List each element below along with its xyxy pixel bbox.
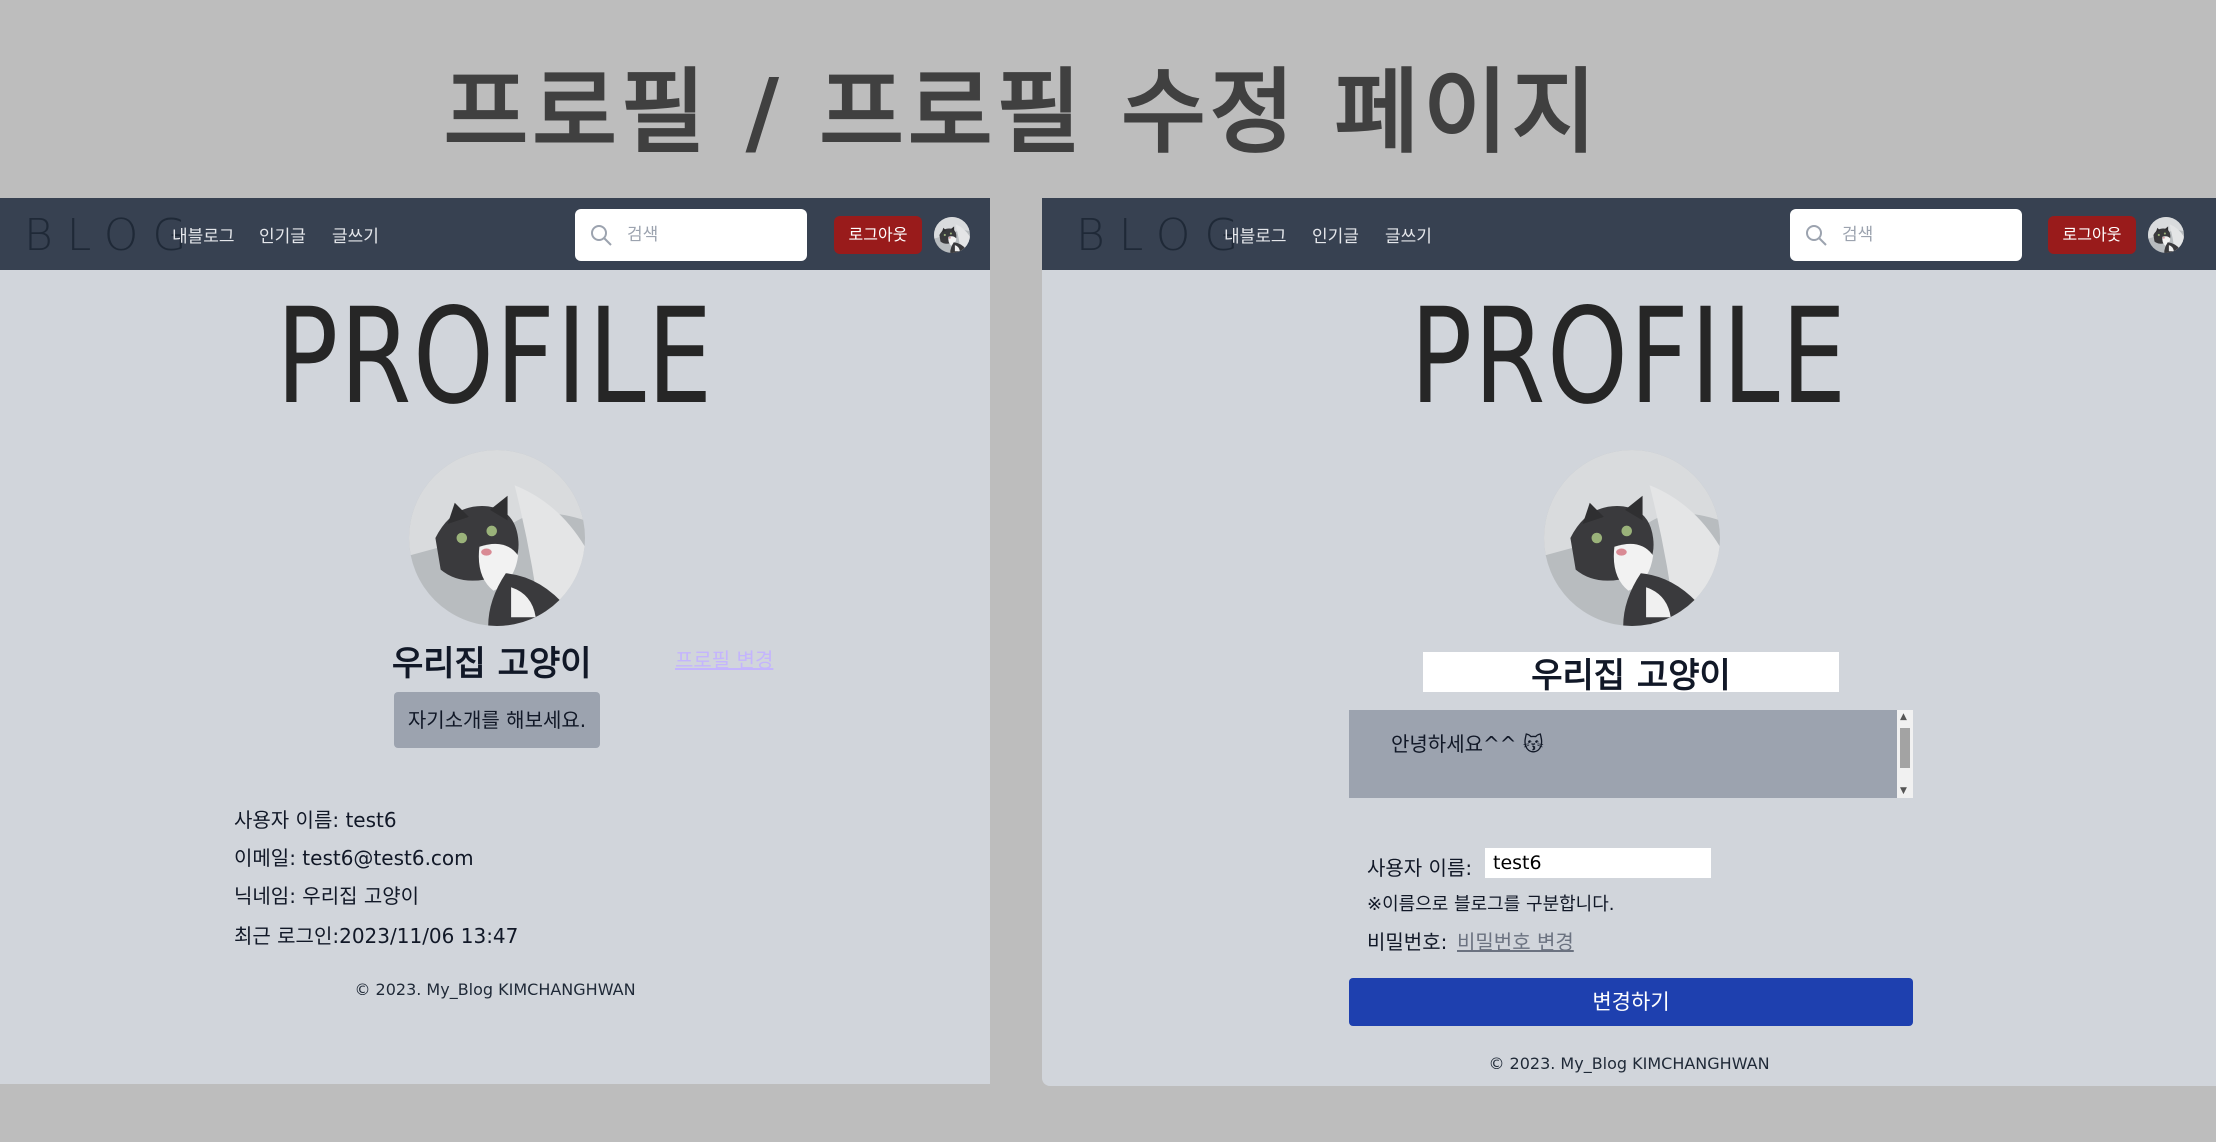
avatar[interactable] <box>2148 217 2184 253</box>
nav-my-blog[interactable]: 내블로그 <box>1224 222 1287 247</box>
search-box[interactable] <box>1790 209 2022 261</box>
nav-popular[interactable]: 인기글 <box>259 222 306 247</box>
profile-title: PROFILE <box>276 280 714 434</box>
profile-avatar[interactable] <box>1544 450 1720 626</box>
intro-text: 안녕하세요^^ 😽 <box>1391 732 1544 756</box>
change-password-link[interactable]: 비밀번호 변경 <box>1457 926 1574 955</box>
logout-button[interactable]: 로그아웃 <box>2048 216 2136 254</box>
info-label: 최근 로그인: <box>234 924 340 948</box>
nav-write[interactable]: 글쓰기 <box>1385 222 1432 247</box>
logout-button[interactable]: 로그아웃 <box>834 216 922 254</box>
profile-edit-panel: BLOG 내블로그 인기글 글쓰기 로그아웃 PROFILE 안녕하세요^^ 😽… <box>1042 198 2216 1086</box>
info-email: 이메일: test6@test6.com <box>234 842 474 871</box>
username-note: ※이름으로 블로그를 구분합니다. <box>1367 894 1615 915</box>
nav-my-blog[interactable]: 내블로그 <box>172 222 235 247</box>
info-value: test6@test6.com <box>302 846 474 870</box>
intro-box: 자기소개를 해보세요. <box>394 692 600 748</box>
scrollbar-thumb[interactable] <box>1900 728 1910 768</box>
info-label: 사용자 이름: <box>234 808 346 832</box>
search-input[interactable] <box>1840 219 2014 251</box>
page-heading: 프로필 / 프로필 수정 페이지 <box>443 59 1601 166</box>
footer: © 2023. My_Blog KIMCHANGHWAN <box>354 980 636 999</box>
edit-profile-link[interactable]: 프로필 변경 <box>675 644 773 673</box>
info-label: 이메일: <box>234 846 303 870</box>
info-value: 2023/11/06 13:47 <box>339 924 519 948</box>
submit-button[interactable]: 변경하기 <box>1349 978 1913 1026</box>
avatar[interactable] <box>934 217 970 253</box>
nav-write[interactable]: 글쓰기 <box>332 222 379 247</box>
profile-title: PROFILE <box>1410 280 1848 434</box>
scroll-up-icon[interactable]: ▲ <box>1900 712 1907 722</box>
search-icon <box>1804 223 1828 247</box>
username-label: 사용자 이름: <box>1367 856 1473 880</box>
info-value: 우리집 고양이 <box>302 884 420 908</box>
navbar: BLOG 내블로그 인기글 글쓰기 로그아웃 <box>1042 198 2216 270</box>
scroll-down-icon[interactable]: ▼ <box>1900 786 1907 796</box>
info-last-login: 최근 로그인:2023/11/06 13:47 <box>234 920 518 949</box>
info-nickname: 닉네임: 우리집 고양이 <box>234 880 419 909</box>
scrollbar[interactable]: ▲ ▼ <box>1897 710 1913 798</box>
search-input[interactable] <box>625 219 799 251</box>
profile-view-panel: BLOG 내블로그 인기글 글쓰기 로그아웃 PROFILE 우리집 고양이 프… <box>0 198 990 1084</box>
search-icon <box>589 223 613 247</box>
username-input[interactable] <box>1485 848 1711 878</box>
intro-textarea[interactable]: 안녕하세요^^ 😽 ▲ ▼ <box>1349 710 1913 798</box>
navbar: BLOG 내블로그 인기글 글쓰기 로그아웃 <box>0 198 990 270</box>
info-username: 사용자 이름: test6 <box>234 804 397 833</box>
nav-popular[interactable]: 인기글 <box>1312 222 1359 247</box>
search-box[interactable] <box>575 209 807 261</box>
nickname-input[interactable] <box>1423 652 1839 692</box>
info-value: test6 <box>345 808 397 832</box>
info-label: 닉네임: <box>234 884 303 908</box>
footer: © 2023. My_Blog KIMCHANGHWAN <box>1488 1054 1770 1073</box>
password-label: 비밀번호: <box>1367 930 1448 954</box>
profile-avatar <box>409 450 585 626</box>
nickname: 우리집 고양이 <box>392 644 592 684</box>
